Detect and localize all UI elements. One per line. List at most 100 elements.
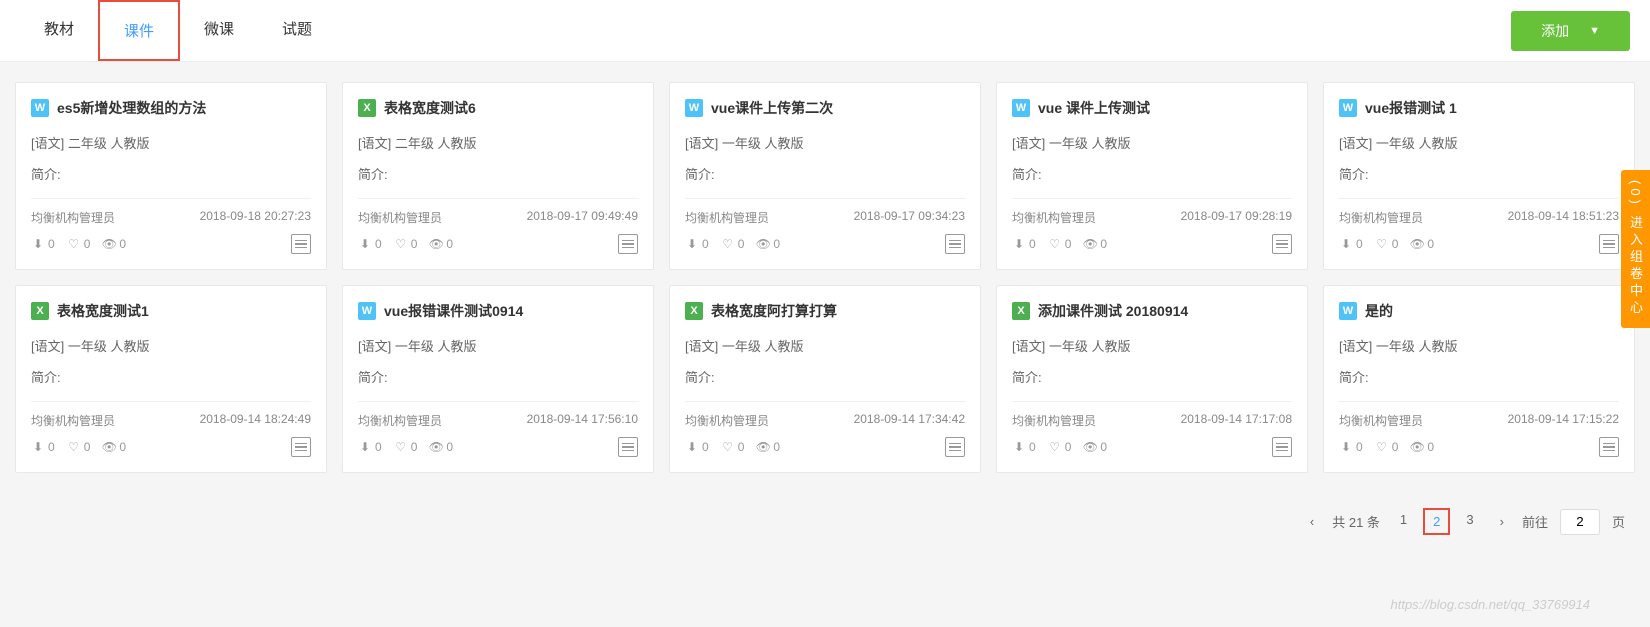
prev-page-button[interactable]: ‹ (1304, 512, 1320, 531)
tab-3[interactable]: 试题 (258, 0, 336, 61)
list-view-icon[interactable] (291, 234, 311, 254)
download-icon: ⬇ (685, 237, 699, 251)
list-view-icon[interactable] (291, 437, 311, 457)
card-intro-label: 简介: (31, 164, 311, 183)
list-view-icon[interactable] (1599, 437, 1619, 457)
downloads-stat: ⬇0 (1339, 237, 1363, 251)
card-meta: [语文] 一年级 人教版 (685, 336, 965, 355)
list-view-icon[interactable] (618, 234, 638, 254)
heart-icon: ♡ (394, 440, 408, 454)
card[interactable]: X 表格宽度测试6 [语文] 二年级 人教版 简介: 均衡机构管理员 2018-… (342, 82, 654, 270)
heart-icon: ♡ (1048, 237, 1062, 251)
card[interactable]: W vue 课件上传测试 [语文] 一年级 人教版 简介: 均衡机构管理员 20… (996, 82, 1308, 270)
card-title: vue报错测试 1 (1365, 98, 1457, 118)
heart-icon: ♡ (394, 237, 408, 251)
card-intro-label: 简介: (31, 367, 311, 386)
file-type-icon: W (1339, 99, 1357, 117)
likes-stat: ♡0 (67, 440, 91, 454)
card[interactable]: W vue报错测试 1 [语文] 一年级 人教版 简介: 均衡机构管理员 201… (1323, 82, 1635, 270)
page-num-3[interactable]: 3 (1458, 508, 1481, 535)
list-view-icon[interactable] (1599, 234, 1619, 254)
card-date: 2018-09-17 09:28:19 (1181, 209, 1292, 226)
file-type-icon: X (31, 302, 49, 320)
card-intro-label: 简介: (685, 367, 965, 386)
card-intro-label: 简介: (358, 164, 638, 183)
views-stat: 👁0 (1410, 440, 1434, 454)
card-intro-label: 简介: (1012, 367, 1292, 386)
goto-label: 前往 (1522, 512, 1548, 531)
views-stat: 👁0 (429, 440, 453, 454)
downloads-stat: ⬇0 (358, 440, 382, 454)
download-icon: ⬇ (1012, 440, 1026, 454)
file-type-icon: W (31, 99, 49, 117)
card-author: 均衡机构管理员 (1339, 412, 1423, 429)
card-title: 添加课件测试 20180914 (1038, 301, 1188, 321)
download-icon: ⬇ (1339, 440, 1353, 454)
file-type-icon: X (685, 302, 703, 320)
download-icon: ⬇ (685, 440, 699, 454)
card-date: 2018-09-14 17:34:42 (854, 412, 965, 429)
tab-2[interactable]: 微课 (180, 0, 258, 61)
downloads-stat: ⬇0 (685, 237, 709, 251)
likes-stat: ♡0 (1375, 237, 1399, 251)
eye-icon: 👁 (1083, 440, 1097, 454)
add-button[interactable]: 添加 ▼ (1511, 11, 1630, 51)
card-author: 均衡机构管理员 (685, 209, 769, 226)
card[interactable]: X 添加课件测试 20180914 [语文] 一年级 人教版 简介: 均衡机构管… (996, 285, 1308, 473)
card-author: 均衡机构管理员 (1012, 412, 1096, 429)
card-grid: W es5新增处理数组的方法 [语文] 二年级 人教版 简介: 均衡机构管理员 … (15, 82, 1635, 473)
list-view-icon[interactable] (1272, 437, 1292, 457)
page-num-1[interactable]: 1 (1392, 508, 1415, 535)
card-author: 均衡机构管理员 (358, 209, 442, 226)
list-view-icon[interactable] (945, 437, 965, 457)
page-num-2[interactable]: 2 (1423, 508, 1450, 535)
card[interactable]: W vue课件上传第二次 [语文] 一年级 人教版 简介: 均衡机构管理员 20… (669, 82, 981, 270)
downloads-stat: ⬇0 (358, 237, 382, 251)
goto-page-input[interactable] (1560, 509, 1600, 535)
likes-stat: ♡0 (67, 237, 91, 251)
heart-icon: ♡ (1375, 440, 1389, 454)
tabs-container: 教材课件微课试题 (20, 0, 336, 61)
card[interactable]: W 是的 [语文] 一年级 人教版 简介: 均衡机构管理员 2018-09-14… (1323, 285, 1635, 473)
list-view-icon[interactable] (1272, 234, 1292, 254)
card-meta: [语文] 一年级 人教版 (1339, 336, 1619, 355)
card-author: 均衡机构管理员 (685, 412, 769, 429)
heart-icon: ♡ (1048, 440, 1062, 454)
pagination: ‹ 共 21 条 123 › 前往 页 (0, 493, 1650, 550)
likes-stat: ♡0 (1048, 237, 1072, 251)
page-suffix: 页 (1612, 512, 1625, 531)
chevron-down-icon: ▼ (1589, 25, 1600, 37)
heart-icon: ♡ (1375, 237, 1389, 251)
views-stat: 👁0 (1410, 237, 1434, 251)
eye-icon: 👁 (102, 237, 116, 251)
card[interactable]: W vue报错课件测试0914 [语文] 一年级 人教版 简介: 均衡机构管理员… (342, 285, 654, 473)
card-date: 2018-09-14 17:15:22 (1508, 412, 1619, 429)
views-stat: 👁0 (1083, 440, 1107, 454)
list-view-icon[interactable] (945, 234, 965, 254)
card-meta: [语文] 一年级 人教版 (1012, 336, 1292, 355)
card[interactable]: X 表格宽度测试1 [语文] 一年级 人教版 简介: 均衡机构管理员 2018-… (15, 285, 327, 473)
side-tab-label: (0) 进入组卷中心 (1628, 180, 1643, 318)
card[interactable]: W es5新增处理数组的方法 [语文] 二年级 人教版 简介: 均衡机构管理员 … (15, 82, 327, 270)
watermark: https://blog.csdn.net/qq_33769914 (1391, 597, 1591, 612)
card-title: 表格宽度阿打算打算 (711, 301, 837, 321)
list-view-icon[interactable] (618, 437, 638, 457)
downloads-stat: ⬇0 (1012, 237, 1036, 251)
likes-stat: ♡0 (394, 440, 418, 454)
tab-0[interactable]: 教材 (20, 0, 98, 61)
card-meta: [语文] 一年级 人教版 (1012, 133, 1292, 152)
file-type-icon: W (1012, 99, 1030, 117)
file-type-icon: W (685, 99, 703, 117)
download-icon: ⬇ (31, 440, 45, 454)
card-intro-label: 简介: (1339, 164, 1619, 183)
card-author: 均衡机构管理员 (358, 412, 442, 429)
card-author: 均衡机构管理员 (1339, 209, 1423, 226)
add-button-label: 添加 (1541, 21, 1569, 41)
heart-icon: ♡ (67, 440, 81, 454)
card-date: 2018-09-14 18:24:49 (200, 412, 311, 429)
next-page-button[interactable]: › (1494, 512, 1510, 531)
tab-1[interactable]: 课件 (98, 0, 180, 61)
heart-icon: ♡ (721, 440, 735, 454)
card[interactable]: X 表格宽度阿打算打算 [语文] 一年级 人教版 简介: 均衡机构管理员 201… (669, 285, 981, 473)
side-tab-group-paper[interactable]: (0) 进入组卷中心 (1621, 170, 1650, 328)
